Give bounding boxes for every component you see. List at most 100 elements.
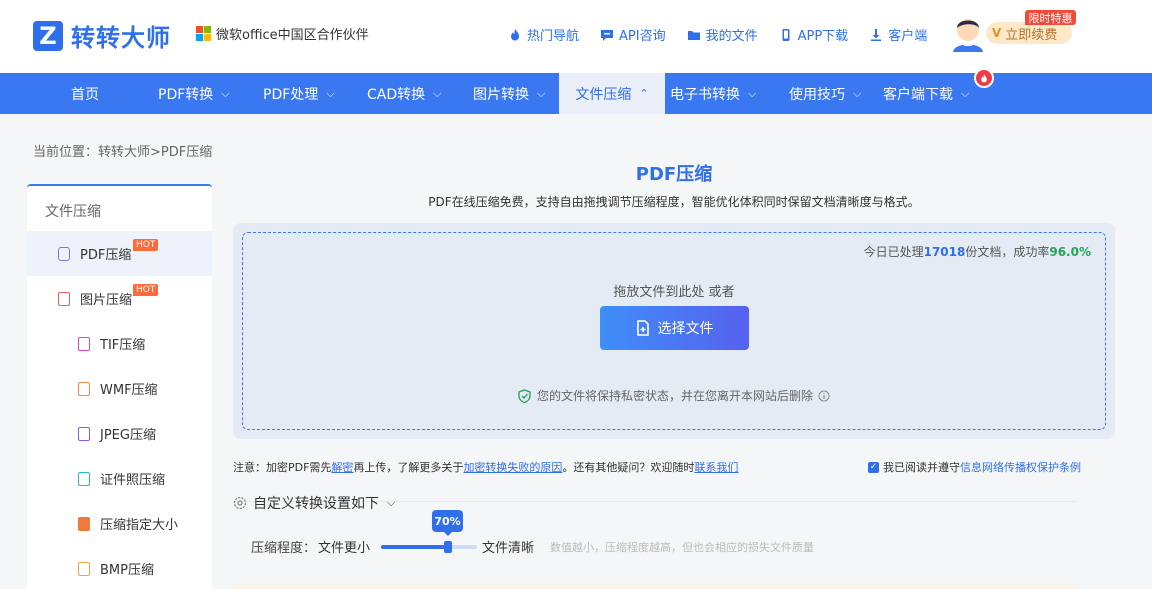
upload-panel: 今日已处理17018份文档，成功率96.0% 拖放文件到此处 或者 选择文件 您… <box>233 223 1115 439</box>
choose-file-button[interactable]: 选择文件 <box>600 306 749 350</box>
image-file-icon <box>58 291 70 306</box>
stats-mid: 份文档，成功率 <box>965 245 1050 259</box>
contact-us-link[interactable]: 联系我们 <box>694 461 738 474</box>
nav-label: 电子书转换 <box>670 86 740 103</box>
top-link-label: APP下载 <box>797 29 849 44</box>
top-link-client[interactable]: 客户端 <box>869 25 927 44</box>
sidebar-item-label: 图片压缩 <box>80 293 133 308</box>
chevron-down-icon: ⌵ <box>433 86 442 100</box>
logo[interactable]: Z 转转大师 <box>33 18 171 53</box>
decrypt-link[interactable]: 解密 <box>331 461 353 474</box>
chevron-down-icon: ⌵ <box>748 86 757 100</box>
notice-part: 注意：加密PDF需先 <box>233 461 332 474</box>
drop-hint: 拖放文件到此处 或者 <box>613 285 735 300</box>
sidebar-item-jpeg-compress[interactable]: JPEG压缩 <box>27 411 212 456</box>
notice-part: 再上传，了解更多关于 <box>353 461 464 474</box>
nav-tips[interactable]: 使用技巧 ⌵ <box>789 73 861 114</box>
top-link-label: 热门导航 <box>527 29 580 44</box>
stats-prefix: 今日已处理 <box>863 245 924 259</box>
page-title: PDF压缩 <box>635 164 713 185</box>
slider-value-tooltip: 70% <box>432 510 463 536</box>
nav-client-download[interactable]: 客户端下载 ⌵ <box>883 73 969 114</box>
notice-part: 。还有其他疑问？欢迎随时 <box>562 461 695 474</box>
custom-settings-title: 自定义转换设置如下 <box>253 496 379 512</box>
nav-file-compress[interactable]: 文件压缩 ⌃ <box>559 73 665 114</box>
bottom-strip <box>233 585 1077 589</box>
shield-check-icon <box>518 388 531 403</box>
sidebar-item-wmf-compress[interactable]: WMF压缩 <box>27 366 212 411</box>
microsoft-icon <box>196 26 211 41</box>
regulation-link[interactable]: 信息网络传播权保护条例 <box>960 459 1081 475</box>
wmf-file-icon <box>78 381 90 396</box>
pdf-file-icon <box>58 246 70 261</box>
nav-home[interactable]: 首页 <box>71 73 99 114</box>
nav-pdf-convert[interactable]: PDF转换 ⌵ <box>158 73 230 114</box>
top-link-hot-nav[interactable]: 热门导航 <box>508 25 579 44</box>
bmp-file-icon <box>78 561 90 576</box>
chat-icon <box>601 29 614 41</box>
top-link-api[interactable]: API咨询 <box>600 25 666 44</box>
sidebar-item-pdf-compress[interactable]: PDF压缩 HOT <box>27 231 212 276</box>
custom-settings-toggle[interactable]: 自定义转换设置如下 ⌵ <box>233 493 395 513</box>
partner-text: 微软office中国区合作伙伴 <box>216 28 369 43</box>
privacy-text: 您的文件将保持私密状态，并在您离开本网站后删除 <box>536 389 813 403</box>
sidebar-title: 文件压缩 <box>45 204 101 220</box>
slider-fill <box>381 545 449 549</box>
partner-note: 微软office中国区合作伙伴 <box>196 24 369 43</box>
id-photo-icon <box>78 471 90 486</box>
nav-label: 首页 <box>71 86 99 103</box>
chevron-down-icon: ⌵ <box>326 86 335 100</box>
chevron-down-icon: ⌵ <box>221 86 230 100</box>
chevron-down-icon: ⌵ <box>853 86 862 100</box>
privacy-note: 您的文件将保持私密状态，并在您离开本网站后删除 <box>243 387 1105 404</box>
file-dropzone[interactable]: 今日已处理17018份文档，成功率96.0% 拖放文件到此处 或者 选择文件 您… <box>242 232 1106 430</box>
sidebar-item-size-compress[interactable]: 压缩指定大小 <box>27 501 212 546</box>
sidebar-item-label: TIF压缩 <box>100 338 146 353</box>
nav-label: 文件压缩 <box>575 86 632 103</box>
sidebar-item-id-photo-compress[interactable]: 证件照压缩 <box>27 456 212 501</box>
hot-badge: HOT <box>133 284 159 296</box>
chevron-down-icon: ⌵ <box>387 496 396 509</box>
slider-handle[interactable] <box>444 541 453 553</box>
promo-badge: 限时特惠 <box>1025 10 1076 25</box>
sidebar-item-tif-compress[interactable]: TIF压缩 <box>27 321 212 366</box>
nav-ebook-convert[interactable]: 电子书转换 ⌵ <box>670 73 756 114</box>
stats-count: 17018 <box>923 245 966 259</box>
agree-checkbox[interactable]: ✓ <box>868 461 879 473</box>
sidebar-item-label: WMF压缩 <box>100 383 158 398</box>
compression-slider[interactable] <box>381 541 477 553</box>
phone-icon <box>782 28 790 41</box>
size-file-icon <box>78 516 90 531</box>
sidebar-item-bmp-compress[interactable]: BMP压缩 <box>27 546 212 589</box>
stats-rate: 96.0% <box>1049 245 1091 259</box>
nav-cad-convert[interactable]: CAD转换 ⌵ <box>367 73 441 114</box>
choose-file-label: 选择文件 <box>657 321 714 337</box>
chevron-up-icon: ⌃ <box>639 87 649 100</box>
fire-icon <box>511 28 519 40</box>
nav-pdf-process[interactable]: PDF处理 ⌵ <box>263 73 335 114</box>
jpeg-file-icon <box>78 426 90 441</box>
top-link-label: 我的文件 <box>705 29 758 44</box>
sidebar-item-image-compress[interactable]: 图片压缩 HOT <box>27 276 212 321</box>
nav-label: PDF处理 <box>263 86 319 103</box>
top-links: 热门导航 API咨询 我的文件 APP下载 客户端 <box>508 25 948 44</box>
hot-badge: HOT <box>133 239 159 251</box>
top-link-my-files[interactable]: 我的文件 <box>687 25 758 44</box>
logo-mark: Z <box>33 20 63 51</box>
top-link-app[interactable]: APP下载 <box>779 25 849 44</box>
top-link-label: 客户端 <box>888 29 928 44</box>
avatar[interactable] <box>950 14 986 52</box>
sidebar-item-label: 压缩指定大小 <box>100 518 179 533</box>
info-icon[interactable] <box>818 390 830 402</box>
tif-file-icon <box>78 336 90 351</box>
nav-label: 图片转换 <box>473 86 529 103</box>
clearer-file-label: 文件清晰 <box>482 541 535 556</box>
nav-label: 使用技巧 <box>789 86 845 103</box>
notice-text: 注意：加密PDF需先解密再上传，了解更多关于加密转换失败的原因。还有其他疑问？欢… <box>233 459 738 475</box>
breadcrumb: 当前位置：转转大师>PDF压缩 <box>33 145 213 160</box>
nav-label: 客户端下载 <box>883 86 953 103</box>
nav-image-convert[interactable]: 图片转换 ⌵ <box>473 73 545 114</box>
encrypt-failure-link[interactable]: 加密转换失败的原因 <box>463 461 562 474</box>
chevron-down-icon: ⌵ <box>537 86 546 100</box>
smaller-file-label: 文件更小 <box>318 541 371 556</box>
